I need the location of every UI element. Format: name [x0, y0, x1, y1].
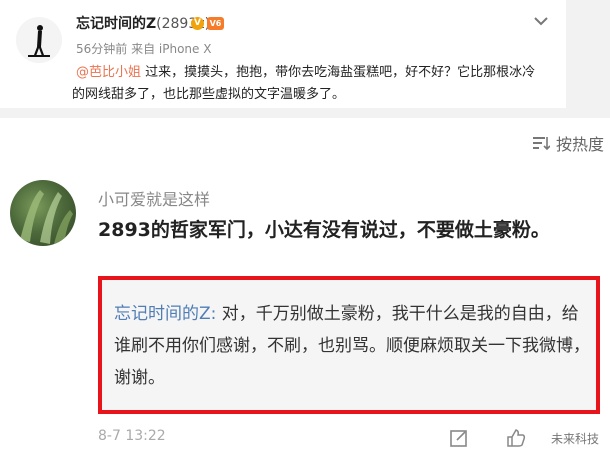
- post-text-line1: 过来，摸摸头，抱抱，带你去吃海盐蛋糕吧，好不好？它比那根冰冷: [145, 65, 536, 80]
- post-meta: 56分钟前 来自 iPhone X: [76, 42, 212, 56]
- author-name[interactable]: 忘记时间的Z: [76, 16, 156, 32]
- watermark: 未来科技: [551, 432, 600, 446]
- author-avatar[interactable]: [16, 17, 62, 63]
- sort-icon: [532, 137, 550, 151]
- vip-badge: V6: [207, 17, 224, 30]
- chevron-down-icon[interactable]: [533, 14, 549, 28]
- comment-time: 8-7 13:22: [98, 428, 166, 444]
- post-text: @芭比小姐 过来，摸摸头，抱抱，带你去吃海盐蛋糕吧，好不好？它比那根冰冷 的网线…: [72, 62, 556, 102]
- reply-box[interactable]: 忘记时间的Z: 对，千万别做土豪粉，我干什么是我的自由，给谁刷不用你们感谢，不刷…: [98, 276, 600, 414]
- weibo-post: 忘记时间的Z(2893z) V V6 56分钟前 来自 iPhone X @芭比…: [0, 0, 566, 108]
- commenter-name[interactable]: 小可爱就是这样: [98, 186, 210, 210]
- verified-badge: V: [191, 17, 204, 30]
- sort-label: 按热度: [555, 135, 604, 154]
- like-icon[interactable]: [506, 428, 526, 448]
- author-name-row[interactable]: 忘记时间的Z(2893z): [76, 14, 210, 34]
- edit-icon[interactable]: [449, 428, 469, 448]
- mention-link[interactable]: @芭比小姐: [76, 65, 141, 80]
- section-divider: [0, 108, 610, 118]
- commenter-avatar[interactable]: [10, 180, 76, 246]
- side-margin: [566, 0, 610, 118]
- reply-text: 忘记时间的Z: 对，千万别做土豪粉，我干什么是我的自由，给谁刷不用你们感谢，不刷…: [114, 298, 594, 394]
- comment-text: 2893的哲家军门，小达有没有说过，不要做土豪粉。: [98, 219, 550, 241]
- post-text-line2: 的网线甜多了，也比那些虚拟的文字温暖多了。: [72, 87, 346, 102]
- reply-author[interactable]: 忘记时间的Z:: [114, 304, 216, 324]
- sort-by-hot-button[interactable]: 按热度: [532, 131, 604, 155]
